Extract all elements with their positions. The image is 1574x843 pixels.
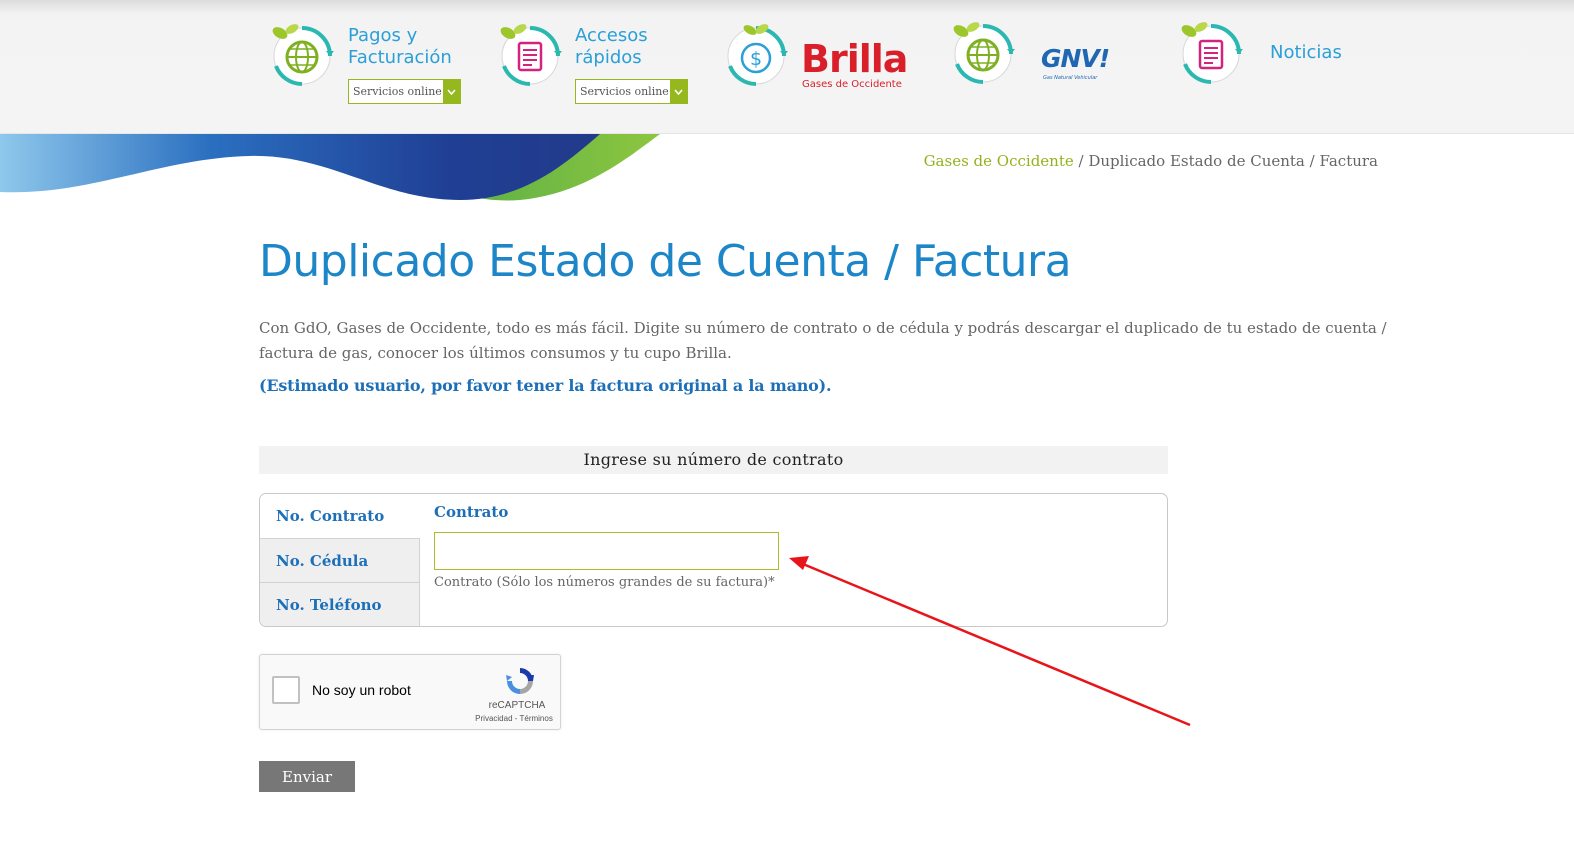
decorative-wave-banner bbox=[0, 134, 660, 201]
globe-icon bbox=[272, 24, 334, 86]
recaptcha-logo-icon bbox=[506, 668, 534, 694]
recaptcha-checkbox[interactable] bbox=[272, 676, 300, 704]
recaptcha-widget: No soy un robot reCAPTCHA Privacidad - T… bbox=[259, 654, 561, 730]
brilla-logo-subtitle: Gases de Occidente bbox=[802, 79, 902, 90]
contrato-input[interactable] bbox=[434, 532, 779, 570]
enviar-button[interactable]: Enviar bbox=[259, 761, 355, 792]
breadcrumb-current: / Duplicado Estado de Cuenta / Factura bbox=[1073, 152, 1379, 170]
svg-text:$: $ bbox=[750, 48, 762, 70]
gnv-logo-text[interactable]: GNV! bbox=[1041, 44, 1110, 73]
intro-paragraph: Con GdO, Gases de Occidente, todo es más… bbox=[259, 319, 1387, 362]
contrato-help-text: Contrato (Sólo los números grandes de su… bbox=[434, 575, 775, 590]
select-value: Servicios online bbox=[353, 85, 442, 98]
tab-no-cedula[interactable]: No. Cédula bbox=[260, 538, 420, 582]
document-icon bbox=[500, 24, 562, 86]
document-icon bbox=[1181, 22, 1243, 84]
search-type-tabs: No. Contrato No. Cédula No. Teléfono bbox=[260, 494, 420, 626]
contract-form-panel: No. Contrato No. Cédula No. Teléfono Con… bbox=[259, 493, 1168, 627]
breadcrumb-home-link[interactable]: Gases de Occidente bbox=[924, 152, 1074, 170]
chevron-down-icon bbox=[670, 80, 687, 103]
recaptcha-brand: reCAPTCHA bbox=[488, 700, 546, 711]
tab-no-contrato[interactable]: No. Contrato bbox=[260, 494, 420, 538]
nav-label-noticias[interactable]: Noticias bbox=[1270, 42, 1342, 64]
nav-label-accesos[interactable]: Accesos rápidos bbox=[575, 25, 648, 69]
servicios-online-select-accesos[interactable]: Servicios online bbox=[575, 79, 688, 104]
chevron-down-icon bbox=[443, 80, 460, 103]
page-title: Duplicado Estado de Cuenta / Factura bbox=[259, 236, 1072, 287]
contrato-field-label: Contrato bbox=[434, 503, 509, 521]
recaptcha-label: No soy un robot bbox=[312, 682, 411, 698]
select-value: Servicios online bbox=[580, 85, 669, 98]
tab-no-telefono[interactable]: No. Teléfono bbox=[260, 582, 420, 626]
recaptcha-links[interactable]: Privacidad - Términos bbox=[464, 714, 564, 723]
breadcrumb: Gases de Occidente / Duplicado Estado de… bbox=[924, 152, 1378, 170]
form-header: Ingrese su número de contrato bbox=[259, 446, 1168, 474]
notice-text: (Estimado usuario, por favor tener la fa… bbox=[259, 376, 832, 395]
dollar-icon: $ bbox=[727, 24, 788, 86]
gnv-logo-subtitle: Gas Natural Vehicular bbox=[1043, 75, 1098, 81]
nav-label-pagos[interactable]: Pagos y Facturación bbox=[348, 25, 452, 69]
servicios-online-select-pagos[interactable]: Servicios online bbox=[348, 79, 461, 104]
globe-icon bbox=[953, 22, 1015, 84]
brilla-logo-text[interactable]: Brilla bbox=[801, 38, 908, 80]
top-navigation: Pagos y Facturación Servicios online Acc… bbox=[0, 0, 1574, 134]
